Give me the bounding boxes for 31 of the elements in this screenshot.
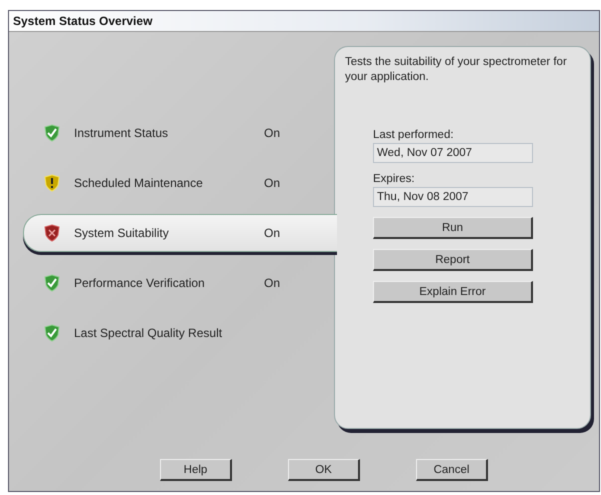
- dialog-button[interactable]: Help: [160, 459, 232, 481]
- warning-shield-icon: [44, 174, 60, 192]
- status-value: On: [264, 176, 280, 190]
- date-field: Wed, Nov 07 2007: [373, 143, 533, 163]
- status-label: Instrument Status: [74, 126, 170, 140]
- status-item[interactable]: Last Spectral Quality Result: [23, 314, 334, 352]
- action-button[interactable]: Run: [373, 217, 533, 239]
- status-item[interactable]: System Suitability On: [23, 214, 337, 252]
- action-button[interactable]: Report: [373, 249, 533, 271]
- field-label: Expires:: [373, 173, 416, 185]
- status-label: Performance Verification: [74, 276, 206, 290]
- status-label: System Suitability: [74, 226, 170, 240]
- dialog-button[interactable]: OK: [288, 459, 360, 481]
- description-text: Tests the suitability of your spectrometer for your application.: [345, 55, 568, 85]
- check-shield-icon: [44, 324, 60, 342]
- check-shield-icon: [44, 274, 60, 292]
- status-label: Last Spectral Quality Result: [74, 326, 224, 340]
- status-value: On: [264, 276, 280, 290]
- status-value: On: [264, 226, 280, 240]
- check-shield-icon: [44, 124, 60, 142]
- status-item[interactable]: Performance Verification On: [23, 264, 334, 302]
- status-item[interactable]: Scheduled Maintenance On: [23, 164, 334, 202]
- status-value: On: [264, 126, 280, 140]
- status-label: Scheduled Maintenance: [74, 176, 204, 190]
- action-button[interactable]: Explain Error: [373, 281, 533, 303]
- field-label: Last performed:: [373, 129, 455, 141]
- date-field: Thu, Nov 08 2007: [373, 187, 533, 207]
- status-item[interactable]: Instrument Status On: [23, 114, 334, 152]
- window-title: System Status Overview: [9, 11, 599, 32]
- dialog-button[interactable]: Cancel: [416, 459, 488, 481]
- error-shield-icon: [44, 224, 60, 242]
